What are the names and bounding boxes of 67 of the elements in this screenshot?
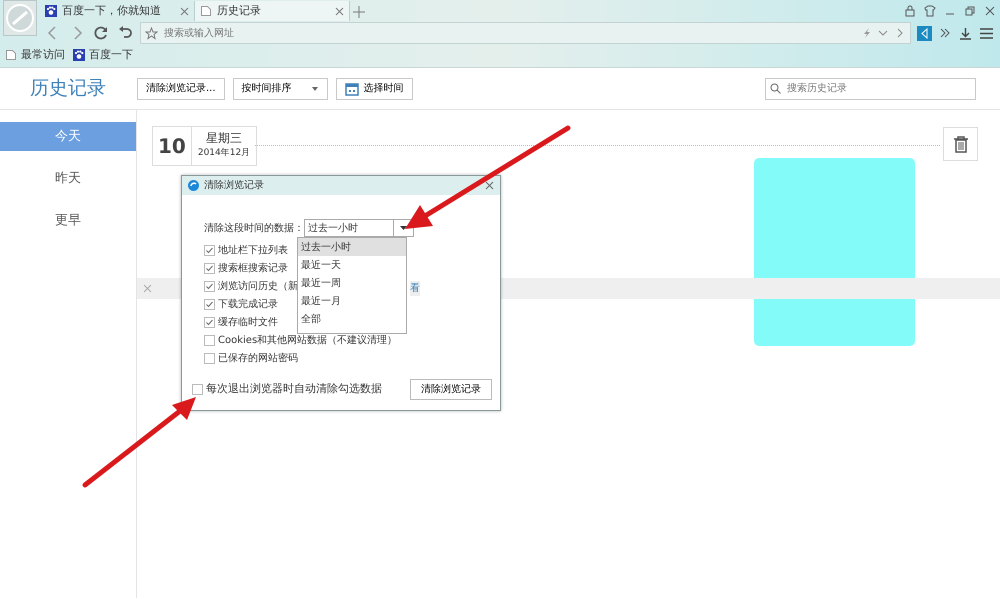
caret-icon bbox=[310, 86, 319, 92]
sidebar-toggle-icon[interactable] bbox=[917, 26, 932, 40]
dropdown-option[interactable]: 最近一天 bbox=[298, 256, 406, 274]
page-icon bbox=[5, 49, 17, 61]
calendar-icon bbox=[344, 82, 359, 96]
bookmark-link[interactable]: 最常访问 bbox=[5, 46, 65, 64]
toolbar-button[interactable]: 按时间排序 bbox=[232, 78, 328, 100]
close-icon[interactable] bbox=[180, 6, 189, 16]
menu-icon[interactable] bbox=[979, 26, 994, 40]
toolbar-button[interactable]: 清除浏览记录... bbox=[137, 78, 225, 100]
clear-button[interactable]: 清除浏览记录 bbox=[410, 379, 492, 400]
double-chevron-icon[interactable] bbox=[938, 26, 952, 40]
browser-tab[interactable]: 历史记录 bbox=[195, 1, 350, 21]
star-icon[interactable] bbox=[145, 26, 158, 40]
dropdown-option[interactable]: 最近一月 bbox=[298, 292, 406, 310]
app-icon bbox=[188, 180, 199, 191]
checkbox[interactable] bbox=[204, 262, 215, 274]
page-icon bbox=[200, 5, 212, 17]
close-icon[interactable] bbox=[485, 181, 494, 190]
checkbox[interactable] bbox=[192, 384, 203, 395]
caret-icon bbox=[400, 226, 407, 230]
address-input[interactable]: 搜索或输入网址 bbox=[162, 24, 858, 42]
paw-icon bbox=[73, 49, 85, 61]
dropdown-option[interactable]: 最近一周 bbox=[298, 274, 406, 292]
option-label: 浏览访问历史（新 bbox=[218, 280, 298, 294]
link-text[interactable]: 看 bbox=[410, 281, 420, 296]
close-icon[interactable] bbox=[984, 5, 996, 17]
trash-icon bbox=[952, 135, 968, 153]
range-label: 清除这段时间的数据： bbox=[204, 222, 304, 236]
weekday-label: 星期三 bbox=[205, 130, 244, 147]
day-number: 10 bbox=[153, 127, 192, 165]
download-icon[interactable] bbox=[958, 26, 973, 40]
sidebar-item[interactable]: 更早 bbox=[0, 206, 136, 235]
logo-icon bbox=[6, 4, 34, 32]
option-label: 搜索框搜索记录 bbox=[218, 262, 288, 276]
lock-icon[interactable] bbox=[904, 5, 916, 17]
paw-icon bbox=[45, 5, 57, 17]
address-bar[interactable]: 搜索或输入网址 bbox=[140, 22, 911, 44]
restore-icon[interactable] bbox=[964, 5, 976, 17]
option-label: Cookies和其他网站数据（不建议清理） bbox=[218, 334, 398, 348]
dropdown-option[interactable]: 全部 bbox=[298, 310, 406, 328]
bookmark-link[interactable]: 百度一下 bbox=[73, 46, 133, 64]
checkbox[interactable] bbox=[204, 352, 215, 364]
search-icon bbox=[770, 83, 781, 94]
browser-tab[interactable]: 百度一下，你就知道 bbox=[40, 1, 195, 21]
search-field[interactable]: 搜索历史记录 bbox=[765, 78, 976, 100]
close-icon[interactable] bbox=[335, 6, 344, 16]
option-label: 每次退出浏览器时自动清除勾选数据 bbox=[206, 381, 382, 398]
option-label: 地址栏下拉列表 bbox=[218, 244, 288, 258]
new-tab-icon[interactable] bbox=[350, 3, 368, 21]
delete-button[interactable] bbox=[943, 127, 978, 161]
checkbox[interactable] bbox=[204, 298, 215, 310]
toolbar-button[interactable]: 选择时间 bbox=[336, 78, 413, 100]
checkbox[interactable] bbox=[204, 316, 215, 328]
shirt-icon[interactable] bbox=[924, 5, 936, 17]
checkbox[interactable] bbox=[204, 280, 215, 292]
checkbox[interactable] bbox=[204, 334, 215, 346]
sidebar-item[interactable]: 昨天 bbox=[0, 164, 136, 193]
option-label: 已保存的网站密码 bbox=[218, 352, 298, 366]
refresh-icon[interactable] bbox=[92, 24, 110, 42]
checkbox[interactable] bbox=[204, 244, 215, 256]
page-title: 历史记录 bbox=[29, 76, 107, 102]
month-label: 2014年12月 bbox=[198, 147, 250, 160]
dialog-title: 清除浏览记录 bbox=[204, 178, 264, 193]
dropdown-option[interactable]: 过去一小时 bbox=[298, 238, 406, 256]
option-label: 下载完成记录 bbox=[218, 298, 278, 312]
option-label: 缓存临时文件 bbox=[218, 316, 278, 330]
